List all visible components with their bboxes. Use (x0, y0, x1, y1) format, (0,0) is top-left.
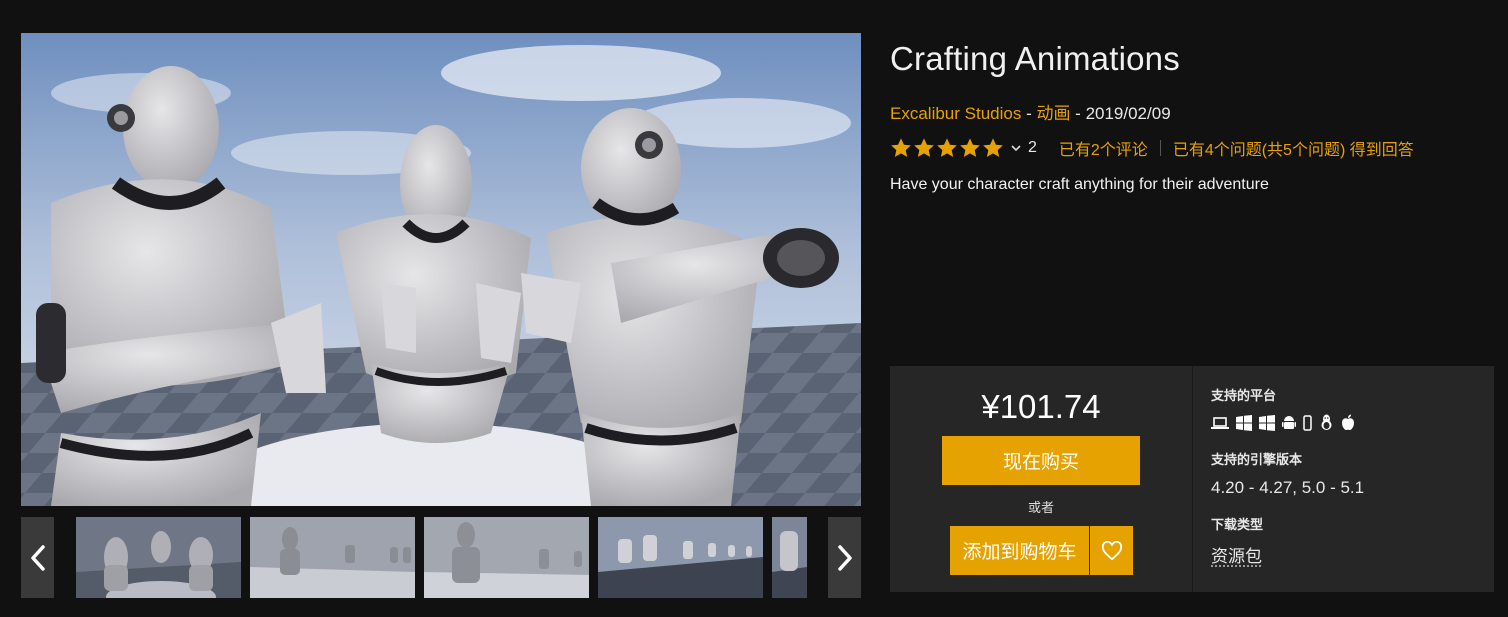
gallery-next-button[interactable] (828, 517, 861, 598)
laptop-icon (1211, 416, 1229, 429)
apple-icon (1342, 414, 1354, 431)
product-title: Crafting Animations (890, 40, 1180, 77)
thumbnail-4[interactable] (598, 517, 763, 598)
thumbnail-5[interactable] (772, 517, 807, 598)
product-description: Have your character craft anything for t… (890, 176, 1269, 193)
thumbnail-3[interactable] (424, 517, 589, 598)
star-icon (983, 138, 1003, 157)
release-date: 2019/02/09 (1085, 104, 1171, 123)
star-icon (891, 138, 911, 157)
panel-divider (1192, 366, 1193, 592)
platform-icons (1211, 414, 1355, 431)
linux-icon (1321, 414, 1332, 430)
rating-count: 2 (1028, 139, 1037, 156)
main-preview-image[interactable] (21, 33, 861, 506)
star-icon (960, 138, 980, 157)
star-icon (914, 138, 934, 157)
rating-row: 2 已有2个评论 已有4个问题(共5个问题) 得到回答 (890, 136, 1414, 160)
thumbnail-2[interactable] (250, 517, 415, 598)
thumbnail-1[interactable] (76, 517, 241, 598)
windows-icon (1259, 414, 1275, 431)
reviews-link[interactable]: 已有2个评论 (1059, 136, 1148, 160)
mobile-icon (1303, 414, 1312, 431)
price: ¥101.74 (981, 388, 1101, 425)
platforms-label: 支持的平台 (1211, 388, 1277, 403)
meta-separator: - (1021, 104, 1037, 123)
buy-now-button[interactable]: 现在购买 (942, 436, 1140, 485)
or-label: 或者 (1027, 500, 1054, 515)
heart-icon (1101, 540, 1122, 560)
chevron-down-icon[interactable] (1010, 142, 1022, 154)
divider (1159, 140, 1161, 156)
windows-icon (1236, 414, 1252, 431)
purchase-panel: ¥101.74 现在购买 或者 添加到购物车 支持的平台 支持的引擎版本 4.2… (890, 366, 1494, 592)
download-type-value[interactable]: 资源包 (1211, 542, 1262, 567)
download-type-label: 下载类型 (1211, 517, 1264, 532)
star-rating[interactable] (890, 137, 1004, 159)
chevron-left-icon (30, 544, 45, 571)
category-link[interactable]: 动画 (1036, 104, 1070, 123)
author-link[interactable]: Excalibur Studios (890, 104, 1021, 123)
add-to-cart-button[interactable]: 添加到购物车 (950, 526, 1089, 575)
chevron-right-icon (837, 544, 852, 571)
questions-link[interactable]: 已有4个问题(共5个问题) 得到回答 (1173, 136, 1414, 160)
product-meta: Excalibur Studios - 动画 - 2019/02/09 (890, 99, 1171, 124)
engine-versions: 4.20 - 4.27, 5.0 - 5.1 (1211, 478, 1365, 497)
gallery-prev-button[interactable] (21, 517, 54, 598)
meta-separator: - (1070, 104, 1086, 123)
wishlist-button[interactable] (1090, 526, 1133, 575)
star-icon (937, 138, 957, 157)
engine-label: 支持的引擎版本 (1211, 452, 1303, 467)
thumbnail-strip (76, 517, 807, 598)
android-icon (1282, 415, 1296, 429)
